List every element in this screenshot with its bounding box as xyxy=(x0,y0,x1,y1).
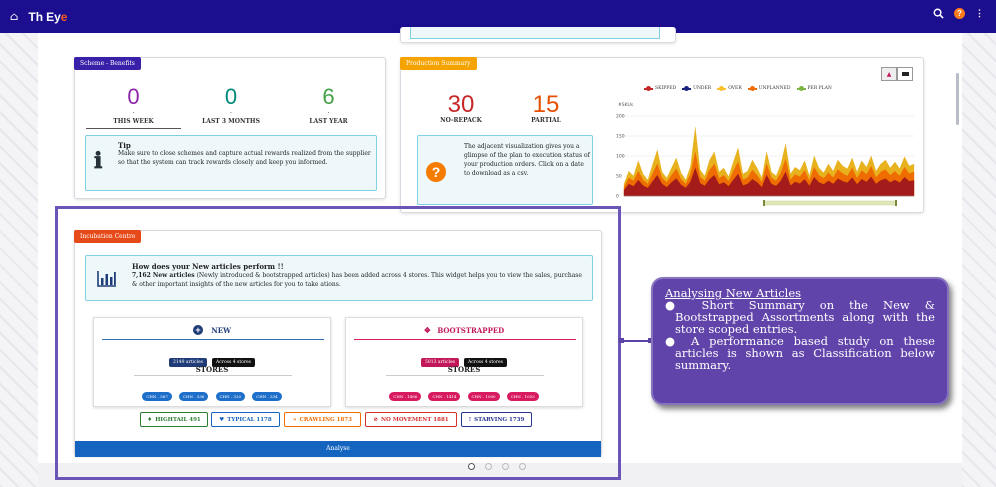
stat-dot: . xyxy=(132,108,135,115)
tooltip-bullet: ● Short Summary on the New & Bootstrappe… xyxy=(665,298,935,337)
legend-item[interactable]: UNDER xyxy=(682,85,712,91)
legend-label: UNDER xyxy=(693,86,712,91)
stat-label: LAST 3 MONTHS xyxy=(202,118,260,125)
legend-label: PER PLAN xyxy=(807,86,832,91)
legend-label: UNPLANNED xyxy=(758,86,791,91)
previous-tip-bottom xyxy=(410,27,660,39)
stat-value: 30 xyxy=(447,91,475,118)
question-icon: ? xyxy=(426,162,446,182)
stat-label: NO-REPACK xyxy=(440,117,482,124)
y-tick-label: 50 xyxy=(616,174,622,180)
stat-dot: . xyxy=(327,108,330,115)
y-tick-label: 0 xyxy=(616,194,619,200)
production-stat-partial[interactable]: 15 PARTIAL xyxy=(516,91,576,125)
page-dot[interactable] xyxy=(502,463,509,470)
scheme-benefits-tag: Scheme - Benefits xyxy=(74,57,141,70)
legend-marker xyxy=(747,85,757,91)
chart-legend: SKIPPED UNDER OVER UNPLANNED PER PLAN xyxy=(644,85,832,91)
more-menu-icon[interactable]: ⋮ xyxy=(975,9,984,19)
tooltip-bullet: ● A performance based study on these art… xyxy=(665,334,935,373)
production-summary-tag: Production Summary xyxy=(400,57,477,70)
stat-label: LAST YEAR xyxy=(309,118,348,125)
stat-last-3-months[interactable]: 0 . LAST 3 MONTHS xyxy=(183,84,280,129)
page-dot[interactable] xyxy=(519,463,526,470)
area-chart-view-icon[interactable]: ▲ xyxy=(881,67,897,81)
y-tick-label: 100 xyxy=(616,154,625,160)
production-stat-no-repack[interactable]: 30 NO-REPACK xyxy=(431,91,491,125)
legend-label: SKIPPED xyxy=(655,86,677,91)
stat-dot: . xyxy=(230,108,232,115)
range-handle-right xyxy=(895,200,897,206)
tip-text: Make sure to close schemes and capture a… xyxy=(118,150,371,166)
stat-value: 0 xyxy=(127,84,140,109)
production-info-box: ? The adjacent visualization gives you a… xyxy=(417,135,593,205)
highlight-frame xyxy=(55,206,621,480)
stat-last-year[interactable]: 6 . LAST YEAR xyxy=(280,84,377,129)
stat-this-week[interactable]: 0 . THIS WEEK xyxy=(85,84,182,129)
search-icon[interactable] xyxy=(933,8,944,19)
y-axis-label: #SKUs xyxy=(618,102,634,108)
connector-dot xyxy=(619,338,624,343)
production-chart[interactable]: #SKUs 200 150 100 50 0 xyxy=(614,98,924,208)
legend-label: OVER xyxy=(728,86,742,91)
home-icon[interactable]: ⌂ xyxy=(10,10,18,23)
legend-item[interactable]: OVER xyxy=(717,85,742,91)
legend-marker xyxy=(644,85,653,91)
legend-marker xyxy=(796,85,806,91)
range-navigator xyxy=(763,200,897,206)
app-logo[interactable]: Th Eye xyxy=(28,10,67,24)
info-icon: ℹ xyxy=(94,148,103,173)
scrollbar-thumb[interactable] xyxy=(956,73,959,125)
legend-item[interactable]: SKIPPED xyxy=(644,85,677,91)
active-tab-underline xyxy=(86,128,181,129)
tooltip-bullets: ● Short Summary on the New & Bootstrappe… xyxy=(665,299,935,371)
stat-value: 15 xyxy=(532,91,560,118)
page-dot-active[interactable] xyxy=(468,463,475,470)
legend-marker xyxy=(682,85,692,91)
background-pattern-left xyxy=(0,33,38,487)
scheme-tip-box: ℹ Tip Make sure to close schemes and cap… xyxy=(85,135,377,191)
stat-value: 6 xyxy=(322,84,335,109)
y-tick-label: 200 xyxy=(616,114,625,120)
chart-view-toggle: ▲ xyxy=(881,67,913,81)
scheme-stats: 0 . THIS WEEK 0 . LAST 3 MONTHS 6 . LAST… xyxy=(85,84,377,129)
background-pattern-right xyxy=(962,33,996,487)
pagination-dots xyxy=(468,463,526,470)
help-icon[interactable]: ? xyxy=(954,8,965,19)
legend-marker xyxy=(717,85,727,91)
stat-value: 0 xyxy=(224,84,238,109)
table-view-icon[interactable] xyxy=(897,67,913,81)
walkthrough-tooltip: Analysing New Articles ● Short Summary o… xyxy=(651,277,949,405)
production-info-text: The adjacent visualization gives you a g… xyxy=(464,143,590,177)
stat-label: THIS WEEK xyxy=(113,118,154,125)
legend-item[interactable]: PER PLAN xyxy=(796,85,832,91)
stat-label: PARTIAL xyxy=(531,117,561,124)
page-dot[interactable] xyxy=(485,463,492,470)
legend-item[interactable]: UNPLANNED xyxy=(747,85,791,91)
y-tick-label: 150 xyxy=(616,134,625,140)
range-handle-left xyxy=(763,200,765,206)
scheme-benefits-card: Scheme - Benefits 0 . THIS WEEK 0 . LAST… xyxy=(74,57,386,199)
